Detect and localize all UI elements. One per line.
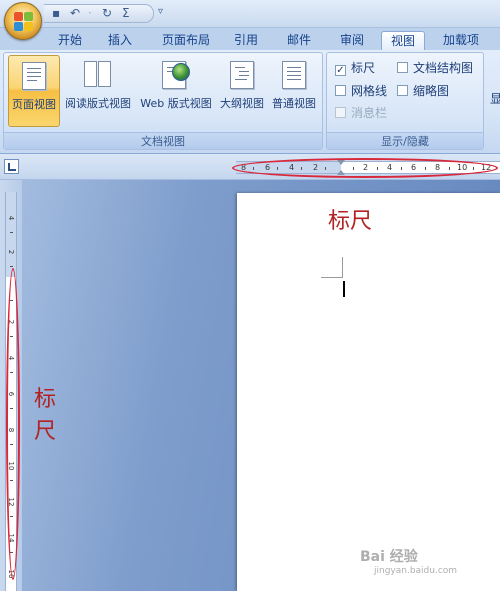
- margin-corner-mark: [342, 257, 343, 278]
- customize-qat-icon[interactable]: ▿: [158, 6, 163, 17]
- margin-corner-mark: [321, 277, 343, 278]
- tab-review[interactable]: 审阅: [336, 31, 368, 50]
- reading-book-icon: [84, 61, 112, 87]
- ruler-number: 4: [7, 215, 15, 221]
- sigma-button[interactable]: Σ: [122, 6, 130, 20]
- zoom-group-button[interactable]: 显: [490, 90, 500, 107]
- office-logo-icon: [14, 12, 34, 32]
- message-bar-checkbox: 消息栏: [335, 104, 387, 121]
- thumbnails-checkbox[interactable]: 缩略图: [397, 82, 449, 99]
- print-layout-button[interactable]: 页面视图: [8, 55, 60, 127]
- document-page[interactable]: [237, 193, 500, 591]
- tab-home[interactable]: 开始: [54, 31, 86, 50]
- tab-references[interactable]: 引用: [230, 31, 262, 50]
- annotation-ruler-top: 标尺: [328, 209, 373, 234]
- outline-button[interactable]: 大纲视图: [217, 55, 267, 127]
- web-layout-button[interactable]: Web 版式视图: [137, 55, 215, 127]
- redo-icon[interactable]: ↻: [102, 6, 112, 20]
- group-document-views: 页面视图 阅读版式视图 Web 版式视图 大纲视图 普通视图 文档视图: [3, 52, 323, 150]
- print-layout-icon: [22, 62, 46, 90]
- undo-icon[interactable]: ↶: [70, 6, 80, 20]
- tab-insert[interactable]: 插入: [104, 31, 136, 50]
- watermark-url: jingyan.baidu.com: [374, 566, 458, 576]
- text-cursor: [343, 281, 345, 297]
- ruler-checkbox[interactable]: ✓ 标尺: [335, 59, 375, 76]
- tab-page-layout[interactable]: 页面布局: [158, 31, 214, 50]
- document-map-checkbox[interactable]: 文档结构图: [397, 59, 473, 76]
- highlight-ellipse-horizontal: [232, 158, 498, 178]
- draft-button[interactable]: 普通视图: [269, 55, 319, 127]
- checkbox-box: [397, 85, 408, 96]
- outline-icon: [230, 61, 254, 89]
- watermark-brand: Bai 经验: [360, 549, 418, 565]
- tab-addins[interactable]: 加载项: [436, 31, 486, 50]
- tab-mailings[interactable]: 邮件: [283, 31, 315, 50]
- ruler-top-margin: [6, 192, 16, 277]
- checkbox-box: [397, 62, 408, 73]
- ruler-number: 2: [7, 249, 15, 255]
- group-show-hide: ✓ 标尺 文档结构图 网格线 缩略图 消息栏 显示/隐藏: [326, 52, 484, 150]
- checkbox-box: [335, 107, 346, 118]
- ribbon-tabs: 开始 插入 页面布局 引用 邮件 审阅 视图 加载项: [0, 28, 500, 50]
- gridlines-checkbox[interactable]: 网格线: [335, 82, 387, 99]
- full-screen-reading-button[interactable]: 阅读版式视图: [62, 55, 134, 127]
- tab-view[interactable]: 视图: [381, 31, 425, 50]
- draft-icon: [282, 61, 306, 89]
- ribbon: 页面视图 阅读版式视图 Web 版式视图 大纲视图 普通视图 文档视图 ✓ 标尺…: [0, 50, 500, 154]
- dropdown-icon[interactable]: ·: [88, 6, 92, 20]
- checkbox-box: ✓: [335, 65, 346, 76]
- office-button[interactable]: [4, 2, 42, 40]
- globe-icon: [172, 63, 190, 81]
- group-label-document-views: 文档视图: [4, 132, 322, 149]
- annotation-ruler-left: 标尺: [34, 387, 57, 444]
- watermark: Bai 经验 jingyan.baidu.com: [360, 540, 500, 580]
- title-bar: ▪ ↶ · ↻ Σ ▿: [0, 0, 500, 28]
- highlight-ellipse-vertical: [6, 268, 20, 580]
- checkbox-box: [335, 85, 346, 96]
- quick-access-toolbar: ▪ ↶ · ↻ Σ: [44, 4, 154, 23]
- save-icon[interactable]: ▪: [52, 6, 60, 20]
- tab-selector-button[interactable]: [4, 159, 19, 174]
- group-label-show-hide: 显示/隐藏: [327, 132, 483, 149]
